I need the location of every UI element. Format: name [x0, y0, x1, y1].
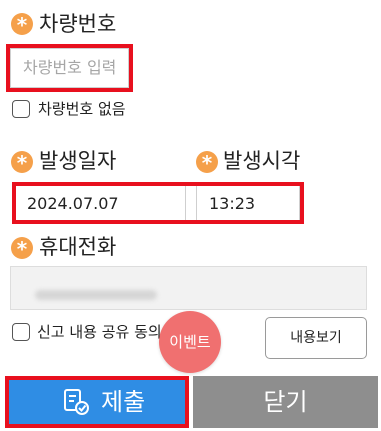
no-plate-label: 차량번호 없음 — [38, 100, 126, 118]
view-content-button[interactable]: 내용보기 — [265, 317, 367, 359]
phone-input[interactable] — [10, 266, 367, 310]
occurrence-time-value: 13:23 — [209, 194, 256, 213]
masked-phone-value — [35, 290, 157, 300]
vehicle-number-label: 차량번호 — [39, 12, 117, 36]
occurrence-time-label: 발생시각 — [223, 149, 301, 173]
occurrence-time-input[interactable]: 13:23 — [196, 184, 300, 224]
consent-label: 신고 내용 공유 동의 — [37, 323, 162, 341]
consent-checkbox[interactable] — [12, 323, 30, 341]
required-marker-icon — [11, 236, 33, 262]
vehicle-number-input[interactable]: 차량번호 입력 — [10, 48, 129, 88]
event-badge-button[interactable]: 이벤트 — [159, 311, 221, 373]
phone-label: 휴대전화 — [39, 235, 117, 259]
close-button[interactable]: 닫기 — [193, 376, 378, 428]
required-marker-icon — [11, 12, 33, 38]
no-plate-checkbox[interactable] — [12, 100, 30, 118]
occurrence-date-input[interactable]: 2024.07.07 — [14, 184, 186, 224]
occurrence-date-label: 발생일자 — [39, 149, 117, 173]
required-marker-icon — [11, 150, 33, 176]
occurrence-date-value: 2024.07.07 — [27, 194, 119, 213]
required-marker-icon — [196, 150, 218, 176]
vehicle-number-placeholder: 차량번호 입력 — [23, 58, 117, 77]
submit-highlight — [5, 376, 189, 428]
